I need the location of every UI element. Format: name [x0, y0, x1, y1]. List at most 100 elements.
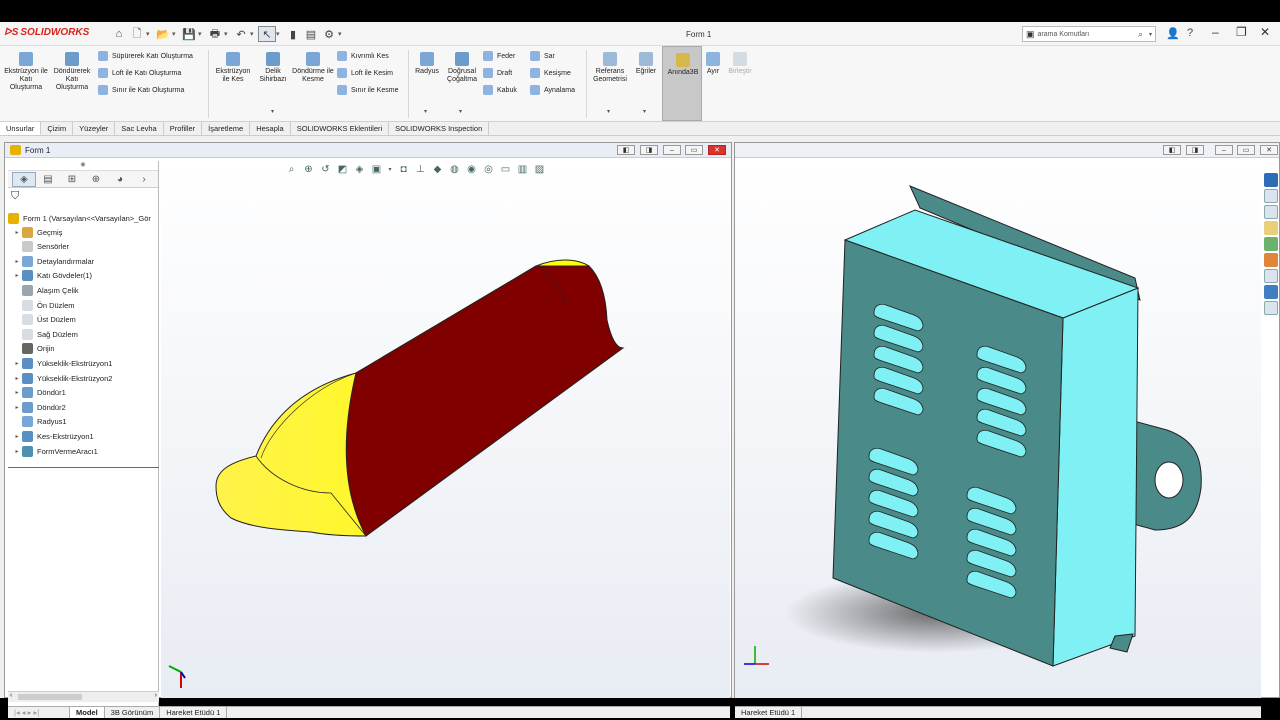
- right-tile-left-icon[interactable]: ◧: [1163, 145, 1181, 155]
- linear-pattern-button[interactable]: Doğrusal Çoğaltma: [444, 52, 480, 84]
- edit-appearance-icon[interactable]: ◆: [430, 163, 445, 176]
- tree-item[interactable]: ▸ Detaylandırmalar: [12, 254, 94, 268]
- configuration-manager-tab-icon[interactable]: ⊞: [60, 172, 84, 187]
- linear-pattern-dropdown-icon[interactable]: ▾: [459, 108, 462, 115]
- tree-item[interactable]: ▸ Döndür1: [12, 386, 66, 400]
- extrude-boss-button[interactable]: Ekstrüzyon ile Katı Oluşturma: [4, 52, 48, 92]
- right-pane-maximize-icon[interactable]: ▭: [1237, 145, 1255, 155]
- boundary-cut-button[interactable]: Sınır ile Kesme: [337, 85, 398, 95]
- loft-cut-button[interactable]: Loft ile Kesim: [337, 68, 393, 78]
- right-graphics-area[interactable]: [735, 158, 1261, 698]
- fillet-dropdown-icon[interactable]: ▾: [424, 108, 427, 115]
- tree-item[interactable]: ▸ FormVermeAracı1: [12, 444, 98, 458]
- tree-item[interactable]: ▸ Geçmiş: [12, 225, 62, 239]
- display-pane-icon[interactable]: ◎: [481, 163, 496, 176]
- expand-arrow-icon[interactable]: ▸: [12, 258, 22, 265]
- tree-handle[interactable]: ◉: [8, 161, 158, 171]
- options-dropdown-icon[interactable]: ▾: [338, 30, 346, 38]
- filter-icon[interactable]: ⛉: [8, 188, 158, 205]
- file-explorer-icon[interactable]: [1264, 221, 1278, 235]
- undo-dropdown-icon[interactable]: ▾: [250, 30, 258, 38]
- expand-arrow-icon[interactable]: ▸: [12, 360, 22, 367]
- dimxpert-tab-icon[interactable]: ⊕: [84, 172, 108, 187]
- file-properties-icon[interactable]: ▤: [302, 26, 320, 42]
- fillet-button[interactable]: Radyus: [412, 52, 442, 76]
- view-orientation-dropdown-icon[interactable]: ▾: [386, 163, 394, 176]
- apply-scene-icon[interactable]: ◍: [447, 163, 462, 176]
- tile-right-icon[interactable]: ◨: [640, 145, 658, 155]
- save-icon[interactable]: 💾: [180, 26, 198, 42]
- tree-item[interactable]: Sensörler: [12, 240, 69, 254]
- rib-button[interactable]: Feder: [483, 51, 515, 61]
- screen-capture-icon[interactable]: ▭: [498, 163, 513, 176]
- search-dropdown-icon[interactable]: ▾: [1149, 31, 1152, 38]
- tree-item[interactable]: Üst Düzlem: [12, 313, 76, 327]
- print-icon[interactable]: 🖶: [206, 26, 224, 42]
- tab-solidworks-eklentileri[interactable]: SOLIDWORKS Eklentileri: [291, 122, 390, 135]
- expand-arrow-icon[interactable]: ▸: [12, 375, 22, 382]
- pane-minimize-icon[interactable]: –: [663, 145, 681, 155]
- tree-tabs-more-icon[interactable]: ›: [132, 172, 156, 187]
- right-pane-minimize-icon[interactable]: –: [1215, 145, 1233, 155]
- tree-horizontal-scrollbar[interactable]: ‹ ›: [8, 691, 159, 702]
- tree-item[interactable]: Sağ Düzlem: [12, 327, 78, 341]
- tab-solidworks-inspection[interactable]: SOLIDWORKS Inspection: [389, 122, 490, 135]
- wrap-button[interactable]: Sar: [530, 51, 555, 61]
- tree-root[interactable]: Form 1 (Varsayılan<<Varsayılan>_Gör: [8, 211, 151, 225]
- restore-icon[interactable]: ❐: [1236, 25, 1247, 39]
- user-icon[interactable]: 👤: [1166, 27, 1180, 40]
- tile-left-icon[interactable]: ◧: [617, 145, 635, 155]
- hole-wizard-dropdown-icon[interactable]: ▾: [271, 108, 274, 115]
- extrude-cut-button[interactable]: Ekstrüzyon ile Kes: [212, 52, 254, 84]
- view-settings-icon[interactable]: ◉: [464, 163, 479, 176]
- close-icon[interactable]: ✕: [1260, 25, 1270, 39]
- solidworks-resources-icon[interactable]: [1264, 173, 1278, 187]
- right-tab-motion-study[interactable]: Hareket Etüdü 1: [735, 707, 803, 718]
- reference-geometry-button[interactable]: Referans Geometrisi: [590, 52, 630, 84]
- loft-boss-button[interactable]: Loft ile Katı Oluşturma: [98, 68, 181, 78]
- tab-hesapla[interactable]: Hesapla: [250, 122, 291, 135]
- help-icon[interactable]: ?: [1187, 27, 1193, 39]
- tree-item[interactable]: ▸ Yükseklik-Ekstrüzyon2: [12, 371, 112, 385]
- open-dropdown-icon[interactable]: ▾: [172, 30, 180, 38]
- expand-arrow-icon[interactable]: ▸: [12, 404, 22, 411]
- hide-show-items-icon[interactable]: ⊥: [413, 163, 428, 176]
- pane-maximize-icon[interactable]: ▭: [685, 145, 703, 155]
- tree-item[interactable]: Alaşım Çelik: [12, 283, 79, 297]
- new-document-icon[interactable]: 🗋: [128, 26, 146, 42]
- save-dropdown-icon[interactable]: ▾: [198, 30, 206, 38]
- tab-i-aretleme[interactable]: İşaretleme: [202, 122, 251, 135]
- instant3d-button[interactable]: Anında3B: [662, 46, 702, 121]
- tab-model[interactable]: Model: [70, 707, 105, 718]
- select-dropdown-icon[interactable]: ▾: [276, 30, 284, 38]
- tree-item[interactable]: ▸ Döndür2: [12, 400, 66, 414]
- curves-dropdown-icon[interactable]: ▾: [643, 108, 646, 115]
- dynamic-annotation-icon[interactable]: ◈: [352, 163, 367, 176]
- new-dropdown-icon[interactable]: ▾: [146, 30, 154, 38]
- scroll-thumb[interactable]: [18, 694, 82, 700]
- bill-of-materials-icon[interactable]: [1264, 301, 1278, 315]
- property-manager-tab-icon[interactable]: ▤: [36, 172, 60, 187]
- custom-properties-icon[interactable]: [1264, 269, 1278, 283]
- sync-view-icon[interactable]: ▨: [532, 163, 547, 176]
- home-icon[interactable]: ⌂: [110, 26, 128, 42]
- swept-cut-button[interactable]: Kıvrımlı Kes: [337, 51, 389, 61]
- home-task-icon[interactable]: [1264, 189, 1278, 203]
- tab-motion-study[interactable]: Hareket Etüdü 1: [160, 707, 228, 718]
- feature-manager-tab-icon[interactable]: ◈: [12, 171, 36, 187]
- tab-unsurlar[interactable]: Unsurlar: [0, 122, 42, 135]
- design-library-icon[interactable]: [1264, 205, 1278, 219]
- tab-y-zeyler[interactable]: Yüzeyler: [73, 122, 116, 135]
- tab-nav-arrows[interactable]: |◂ ◂ ▸ ▸|: [8, 707, 70, 718]
- revolve-cut-button[interactable]: Döndürme ile Kesme: [292, 52, 334, 84]
- previous-view-icon[interactable]: ↺: [318, 163, 333, 176]
- select-cursor-icon[interactable]: ↖: [258, 26, 276, 42]
- view-palette-icon[interactable]: [1264, 237, 1278, 251]
- section-view-icon[interactable]: ◩: [335, 163, 350, 176]
- display-manager-tab-icon[interactable]: ◕: [108, 172, 132, 187]
- undo-icon[interactable]: ↶: [232, 26, 250, 42]
- scroll-right-icon[interactable]: ›: [155, 692, 157, 699]
- zoom-to-area-icon[interactable]: ⊕: [301, 163, 316, 176]
- rollback-bar[interactable]: [8, 467, 159, 468]
- tab-sac-levha[interactable]: Sac Levha: [115, 122, 164, 135]
